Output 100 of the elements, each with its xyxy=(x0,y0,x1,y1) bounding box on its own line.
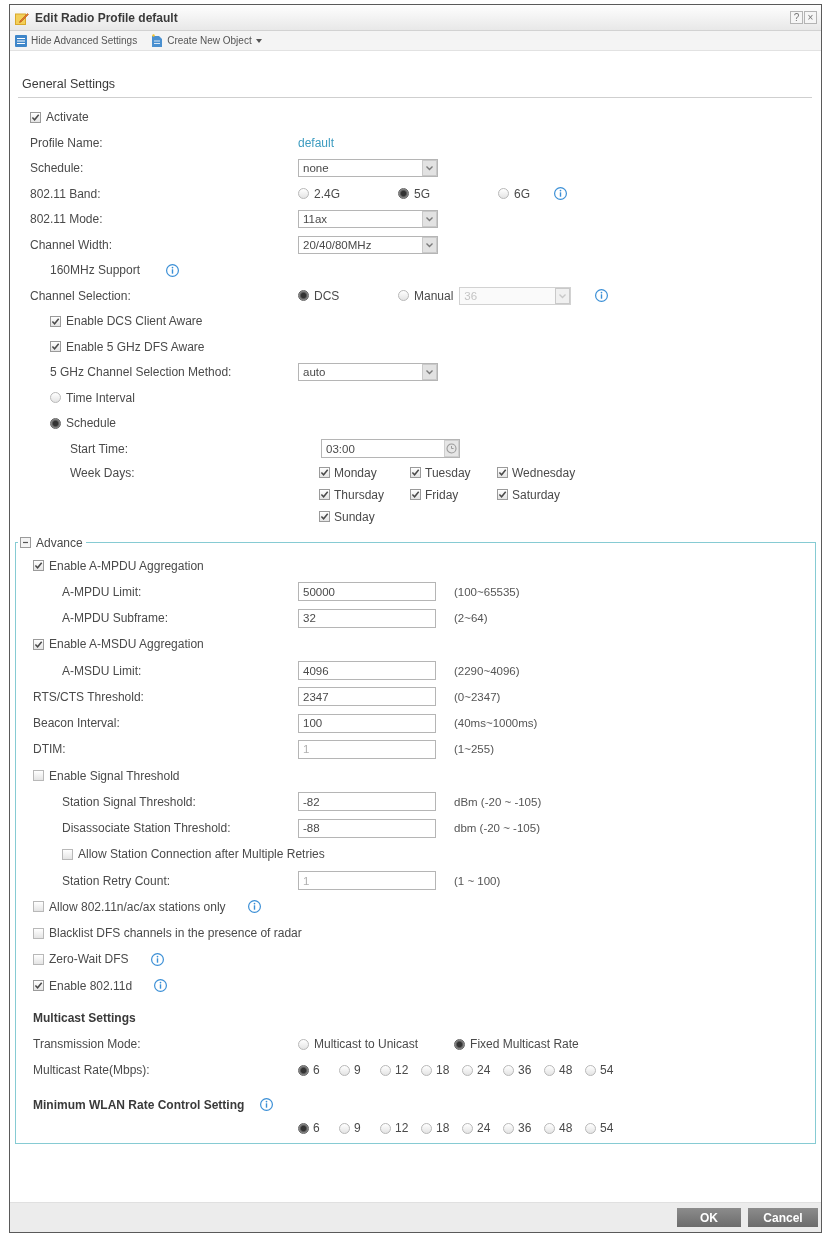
radio-button[interactable] xyxy=(298,290,309,302)
radio-button[interactable] xyxy=(398,188,409,200)
collapse-icon[interactable] xyxy=(20,537,31,548)
range-hint: (2290~4096) xyxy=(454,664,520,677)
checkbox[interactable] xyxy=(33,927,44,939)
checkbox[interactable] xyxy=(33,953,44,965)
radio-label: 36 xyxy=(518,1121,532,1136)
cancel-button[interactable]: Cancel xyxy=(748,1208,818,1227)
checkbox-label: Enable 5 GHz DFS Aware xyxy=(66,339,205,354)
dropdown[interactable]: 20/40/80MHz xyxy=(298,235,438,254)
range-hint: dBm (-20 ~ -105) xyxy=(454,795,542,808)
input-field[interactable]: -88 xyxy=(298,818,436,838)
radio-button[interactable] xyxy=(50,417,61,429)
field-label: A-MPDU Subframe: xyxy=(62,611,169,626)
toolbar-button[interactable]: Hide Advanced Settings xyxy=(15,34,138,47)
info-icon[interactable] xyxy=(247,900,261,914)
dropdown[interactable]: none xyxy=(298,159,438,178)
radio-button[interactable] xyxy=(454,1038,466,1050)
dropdown[interactable]: 11ax xyxy=(298,210,438,229)
list-icon xyxy=(15,34,27,47)
radio-label: Manual xyxy=(414,288,454,303)
checkbox[interactable] xyxy=(50,341,61,353)
toolbar-button[interactable]: Create New Object xyxy=(151,34,262,47)
radio-button[interactable] xyxy=(462,1064,473,1076)
radio-button[interactable] xyxy=(503,1064,514,1076)
checkbox[interactable] xyxy=(33,560,44,572)
checkbox[interactable] xyxy=(410,467,421,478)
checkbox[interactable] xyxy=(319,489,330,500)
radio-button[interactable] xyxy=(298,188,309,200)
close-button[interactable]: × xyxy=(804,11,817,24)
input-field[interactable]: 4096 xyxy=(298,661,436,681)
info-icon[interactable] xyxy=(554,187,567,201)
radio-button[interactable] xyxy=(298,1122,309,1134)
radio-button[interactable] xyxy=(298,1064,309,1076)
checkbox[interactable] xyxy=(497,467,508,478)
radio-button[interactable] xyxy=(380,1064,391,1076)
radio-button[interactable] xyxy=(298,1038,309,1050)
input-field[interactable]: 50000 xyxy=(298,582,436,602)
radio-label: 24 xyxy=(477,1121,491,1136)
ok-button[interactable]: OK xyxy=(677,1208,741,1227)
range-hint: (0~2347) xyxy=(454,690,501,703)
checkbox[interactable] xyxy=(33,638,44,650)
checkbox[interactable] xyxy=(410,489,421,500)
radio-label: 6 xyxy=(313,1121,320,1136)
radio-button[interactable] xyxy=(462,1122,473,1134)
radio-label: 12 xyxy=(395,1063,409,1078)
radio-button[interactable] xyxy=(585,1064,596,1076)
clock-icon[interactable] xyxy=(444,440,459,458)
checkbox-label: Tuesday xyxy=(425,465,471,480)
checkbox[interactable] xyxy=(30,111,41,123)
range-hint: (40ms~1000ms) xyxy=(454,717,538,730)
info-icon[interactable] xyxy=(595,289,609,303)
checkbox[interactable] xyxy=(50,315,61,327)
field-label: 5 GHz Channel Selection Method: xyxy=(50,365,232,380)
radio-button[interactable] xyxy=(421,1064,432,1076)
radio-button[interactable] xyxy=(421,1122,432,1134)
info-icon[interactable] xyxy=(260,1098,274,1112)
checkbox-label: Enable Signal Threshold xyxy=(49,768,180,783)
input-field[interactable]: 100 xyxy=(298,713,436,733)
radio-button[interactable] xyxy=(544,1064,555,1076)
radio-label: 6G xyxy=(514,186,530,201)
checkbox[interactable] xyxy=(33,980,44,992)
field-label: Schedule: xyxy=(30,161,84,176)
radio-button[interactable] xyxy=(585,1122,596,1134)
field-label: Channel Selection: xyxy=(30,288,131,303)
info-icon[interactable] xyxy=(166,263,180,277)
checkbox-label: Activate xyxy=(46,110,89,125)
input-field[interactable]: -82 xyxy=(298,792,436,812)
radio-button[interactable] xyxy=(398,290,409,302)
checkbox[interactable] xyxy=(62,848,73,860)
field-label: 802.11 Mode: xyxy=(30,212,103,227)
checkbox[interactable] xyxy=(319,511,330,522)
dropdown[interactable]: auto xyxy=(298,363,438,382)
radio-label: 18 xyxy=(436,1121,450,1136)
radio-button[interactable] xyxy=(380,1122,391,1134)
field-label: Transmission Mode: xyxy=(33,1037,141,1052)
time-field[interactable]: 03:00 xyxy=(321,439,460,459)
radio-button[interactable] xyxy=(498,188,509,200)
radio-label: Fixed Multicast Rate xyxy=(470,1037,579,1052)
radio-button[interactable] xyxy=(339,1064,350,1076)
caret-icon xyxy=(555,287,571,304)
input-field[interactable]: 32 xyxy=(298,608,436,628)
radio-button[interactable] xyxy=(503,1122,514,1134)
info-icon[interactable] xyxy=(150,952,164,966)
checkbox[interactable] xyxy=(319,467,330,478)
caret-icon xyxy=(422,364,437,381)
checkbox-label: Allow Station Connection after Multiple Retries xyxy=(78,847,325,862)
help-button[interactable]: ? xyxy=(790,11,803,24)
input-field[interactable]: 2347 xyxy=(298,687,436,707)
radio-label: 5G xyxy=(414,186,430,201)
radio-button[interactable] xyxy=(544,1122,555,1134)
checkbox[interactable] xyxy=(497,489,508,500)
checkbox[interactable] xyxy=(33,770,44,782)
info-icon[interactable] xyxy=(154,979,168,993)
radio-label: 48 xyxy=(559,1121,573,1136)
radio-button[interactable] xyxy=(50,392,61,404)
radio-button[interactable] xyxy=(339,1122,350,1134)
checkbox[interactable] xyxy=(33,901,44,913)
field-label: 802.11 Band: xyxy=(30,186,101,201)
radio-label: 9 xyxy=(354,1063,361,1078)
